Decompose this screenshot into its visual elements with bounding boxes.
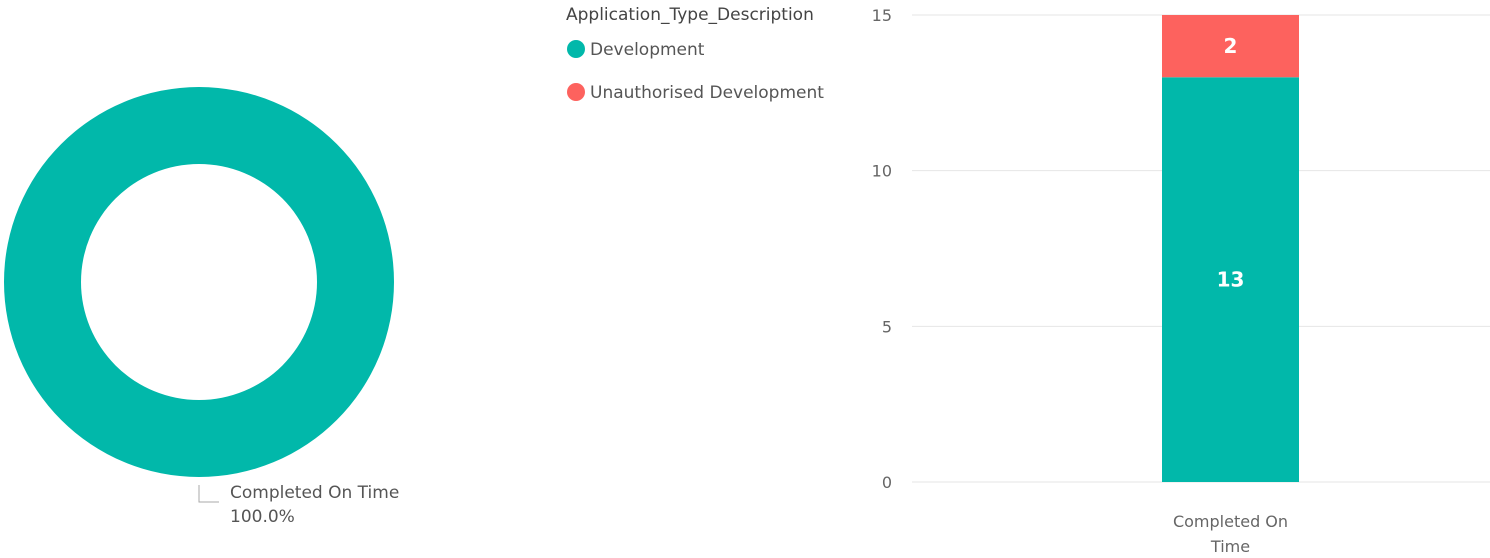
chart-canvas: Completed On Time 100.0% Application_Typ… [4, 5, 1490, 556]
x-category-label-line: Completed On [1173, 512, 1288, 531]
legend-item-unauthorised-development[interactable]: Unauthorised Development [590, 83, 824, 103]
x-category-label-line: Time [1210, 537, 1250, 556]
donut-slice-percent: 100.0% [230, 507, 295, 527]
donut-slice-label: Completed On Time [230, 483, 399, 503]
y-tick-label: 0 [882, 473, 892, 492]
legend-title: Application_Type_Description [566, 5, 814, 25]
legend-item-development[interactable]: Development [590, 40, 705, 60]
y-tick-label: 15 [872, 6, 892, 25]
y-axis-tick-labels: 0 5 10 15 [872, 6, 892, 492]
legend: Application_Type_Description Development… [566, 5, 824, 103]
donut-chart: Completed On Time 100.0% [4, 87, 399, 527]
stacked-bar-chart: 0 5 10 15 13 2 Completed On Time [872, 6, 1490, 556]
data-label-unauthorised-development: 2 [1224, 34, 1238, 58]
donut-slice-completed-on-time[interactable] [4, 87, 394, 477]
legend-marker-unauthorised-development [567, 83, 585, 101]
donut-leader-line [198, 485, 219, 503]
legend-marker-development [567, 40, 585, 58]
bar-segments [1162, 15, 1299, 483]
data-label-development: 13 [1217, 268, 1245, 292]
y-tick-label: 5 [882, 317, 892, 336]
y-tick-label: 10 [872, 162, 892, 181]
x-category-label: Completed On Time [1173, 512, 1288, 556]
